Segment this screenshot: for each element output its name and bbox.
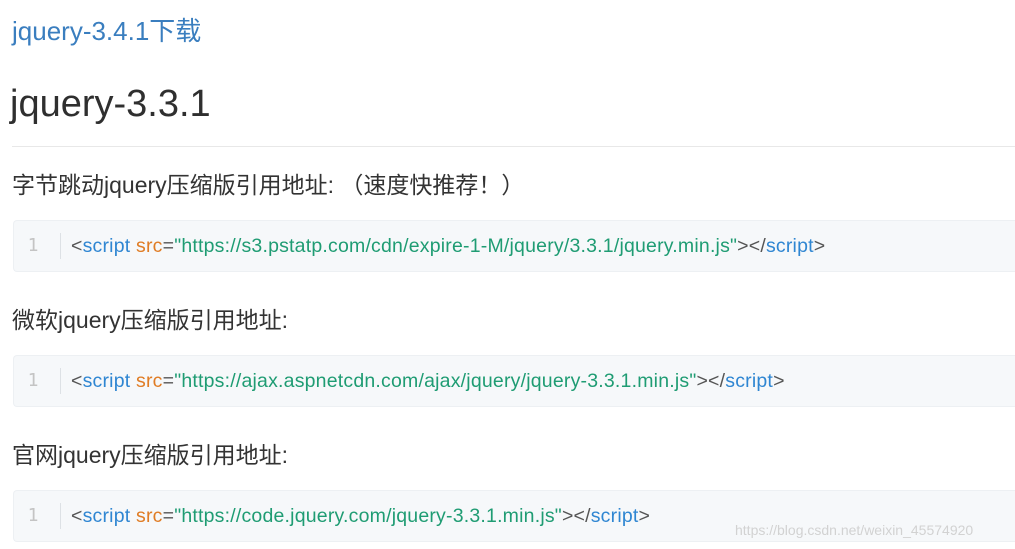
code-equals: = [162,370,175,392]
bytedance-cdn-label: 字节跳动jquery压缩版引用地址: （速度快推荐！） [12,172,525,198]
code-line[interactable]: <script src="https://s3.pstatp.com/cdn/e… [71,221,825,271]
code-url-string: "https://s3.pstatp.com/cdn/expire-1-M/jq… [174,235,738,257]
code-punct: < [71,505,83,527]
code-punct: > [773,370,785,392]
code-line[interactable]: <script src="https://code.jquery.com/jqu… [71,491,650,541]
page: jquery-3.4.1下载 jquery-3.3.1 字节跳动jquery压缩… [0,0,1015,549]
code-line[interactable]: <script src="https://ajax.aspnetcdn.com/… [71,356,785,406]
gutter-divider [60,233,61,259]
code-tag: script [590,505,639,527]
code-punct: ></ [561,505,591,527]
code-punct: ></ [696,370,726,392]
line-number: 1 [27,505,39,526]
code-attr: src [136,505,163,527]
code-tag: script [765,235,814,257]
code-punct: < [71,370,83,392]
code-tag: script [725,370,774,392]
bytedance-cdn-code-block[interactable]: 1 <script src="https://s3.pstatp.com/cdn… [13,220,1015,272]
code-punct: < [71,235,83,257]
code-url-string: "https://ajax.aspnetcdn.com/ajax/jquery/… [174,370,697,392]
microsoft-cdn-code-block[interactable]: 1 <script src="https://ajax.aspnetcdn.co… [13,355,1015,407]
line-number: 1 [27,235,39,256]
code-tag: script [82,235,131,257]
version-title: jquery-3.3.1 [10,83,211,125]
gutter-divider [60,368,61,394]
code-punct: > [638,505,651,527]
code-attr: src [136,370,163,392]
blog-watermark: https://blog.csdn.net/weixin_45574920 [735,522,974,538]
gutter-divider [60,503,61,529]
code-tag: script [82,370,131,392]
code-tag: script [82,505,131,527]
code-attr: src [136,235,163,257]
official-cdn-label: 官网jquery压缩版引用地址: [12,442,289,468]
download-link[interactable]: jquery-3.4.1下载 [12,14,201,48]
code-punct: > [813,235,826,257]
code-punct: ></ [737,235,766,257]
microsoft-cdn-label: 微软jquery压缩版引用地址: [12,307,289,333]
code-equals: = [162,235,175,257]
line-number: 1 [27,370,39,391]
heading-divider [12,146,1015,147]
code-url-string: "https://code.jquery.com/jquery-3.3.1.mi… [174,505,562,527]
code-equals: = [162,505,175,527]
